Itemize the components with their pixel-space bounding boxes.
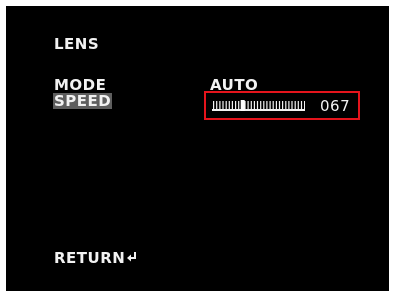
- slider-tick: [213, 101, 215, 110]
- slider-tick: [216, 101, 218, 110]
- slider-tick: [282, 101, 284, 110]
- slider-tick: [288, 101, 290, 110]
- slider-tick: [272, 101, 274, 110]
- slider-tick: [285, 101, 287, 110]
- slider-tick: [275, 101, 277, 110]
- slider-tick: [228, 101, 230, 110]
- slider-tick: [300, 101, 303, 110]
- speed-control-focus-box[interactable]: 067: [204, 91, 360, 120]
- slider-tick: [291, 101, 293, 110]
- slider-tick: [253, 101, 255, 110]
- slider-baseline: [212, 109, 305, 111]
- menu-title: LENS: [54, 35, 100, 53]
- slider-tick: [266, 101, 268, 110]
- slider-tick: [304, 101, 305, 110]
- slider-tick: [260, 101, 262, 110]
- slider-tick: [263, 101, 265, 110]
- slider-tick: [247, 101, 249, 110]
- speed-slider[interactable]: [212, 100, 305, 111]
- mode-label[interactable]: MODE: [54, 77, 106, 93]
- slider-tick: [219, 101, 221, 110]
- slider-tick: [256, 101, 259, 110]
- slider-tick: [250, 101, 252, 110]
- slider-tick: [231, 101, 233, 110]
- slider-tick: [278, 101, 281, 110]
- speed-label[interactable]: SPEED: [53, 93, 113, 109]
- return-item[interactable]: RETURN: [54, 250, 137, 266]
- slider-tick: [297, 101, 299, 110]
- slider-tick: [294, 101, 296, 110]
- menu-screen: LENS MODE AUTO SPEED 067 RETURN: [6, 6, 389, 291]
- slider-marker[interactable]: [240, 100, 245, 111]
- return-label: RETURN: [54, 249, 126, 267]
- return-arrow-icon: [127, 250, 137, 266]
- slider-tick: [235, 101, 237, 110]
- speed-value: 067: [320, 97, 351, 115]
- slider-tick: [222, 101, 224, 110]
- slider-tick: [238, 101, 240, 110]
- slider-tick: [225, 101, 227, 110]
- slider-tick: [269, 101, 271, 110]
- speed-slider-scale: [212, 100, 305, 111]
